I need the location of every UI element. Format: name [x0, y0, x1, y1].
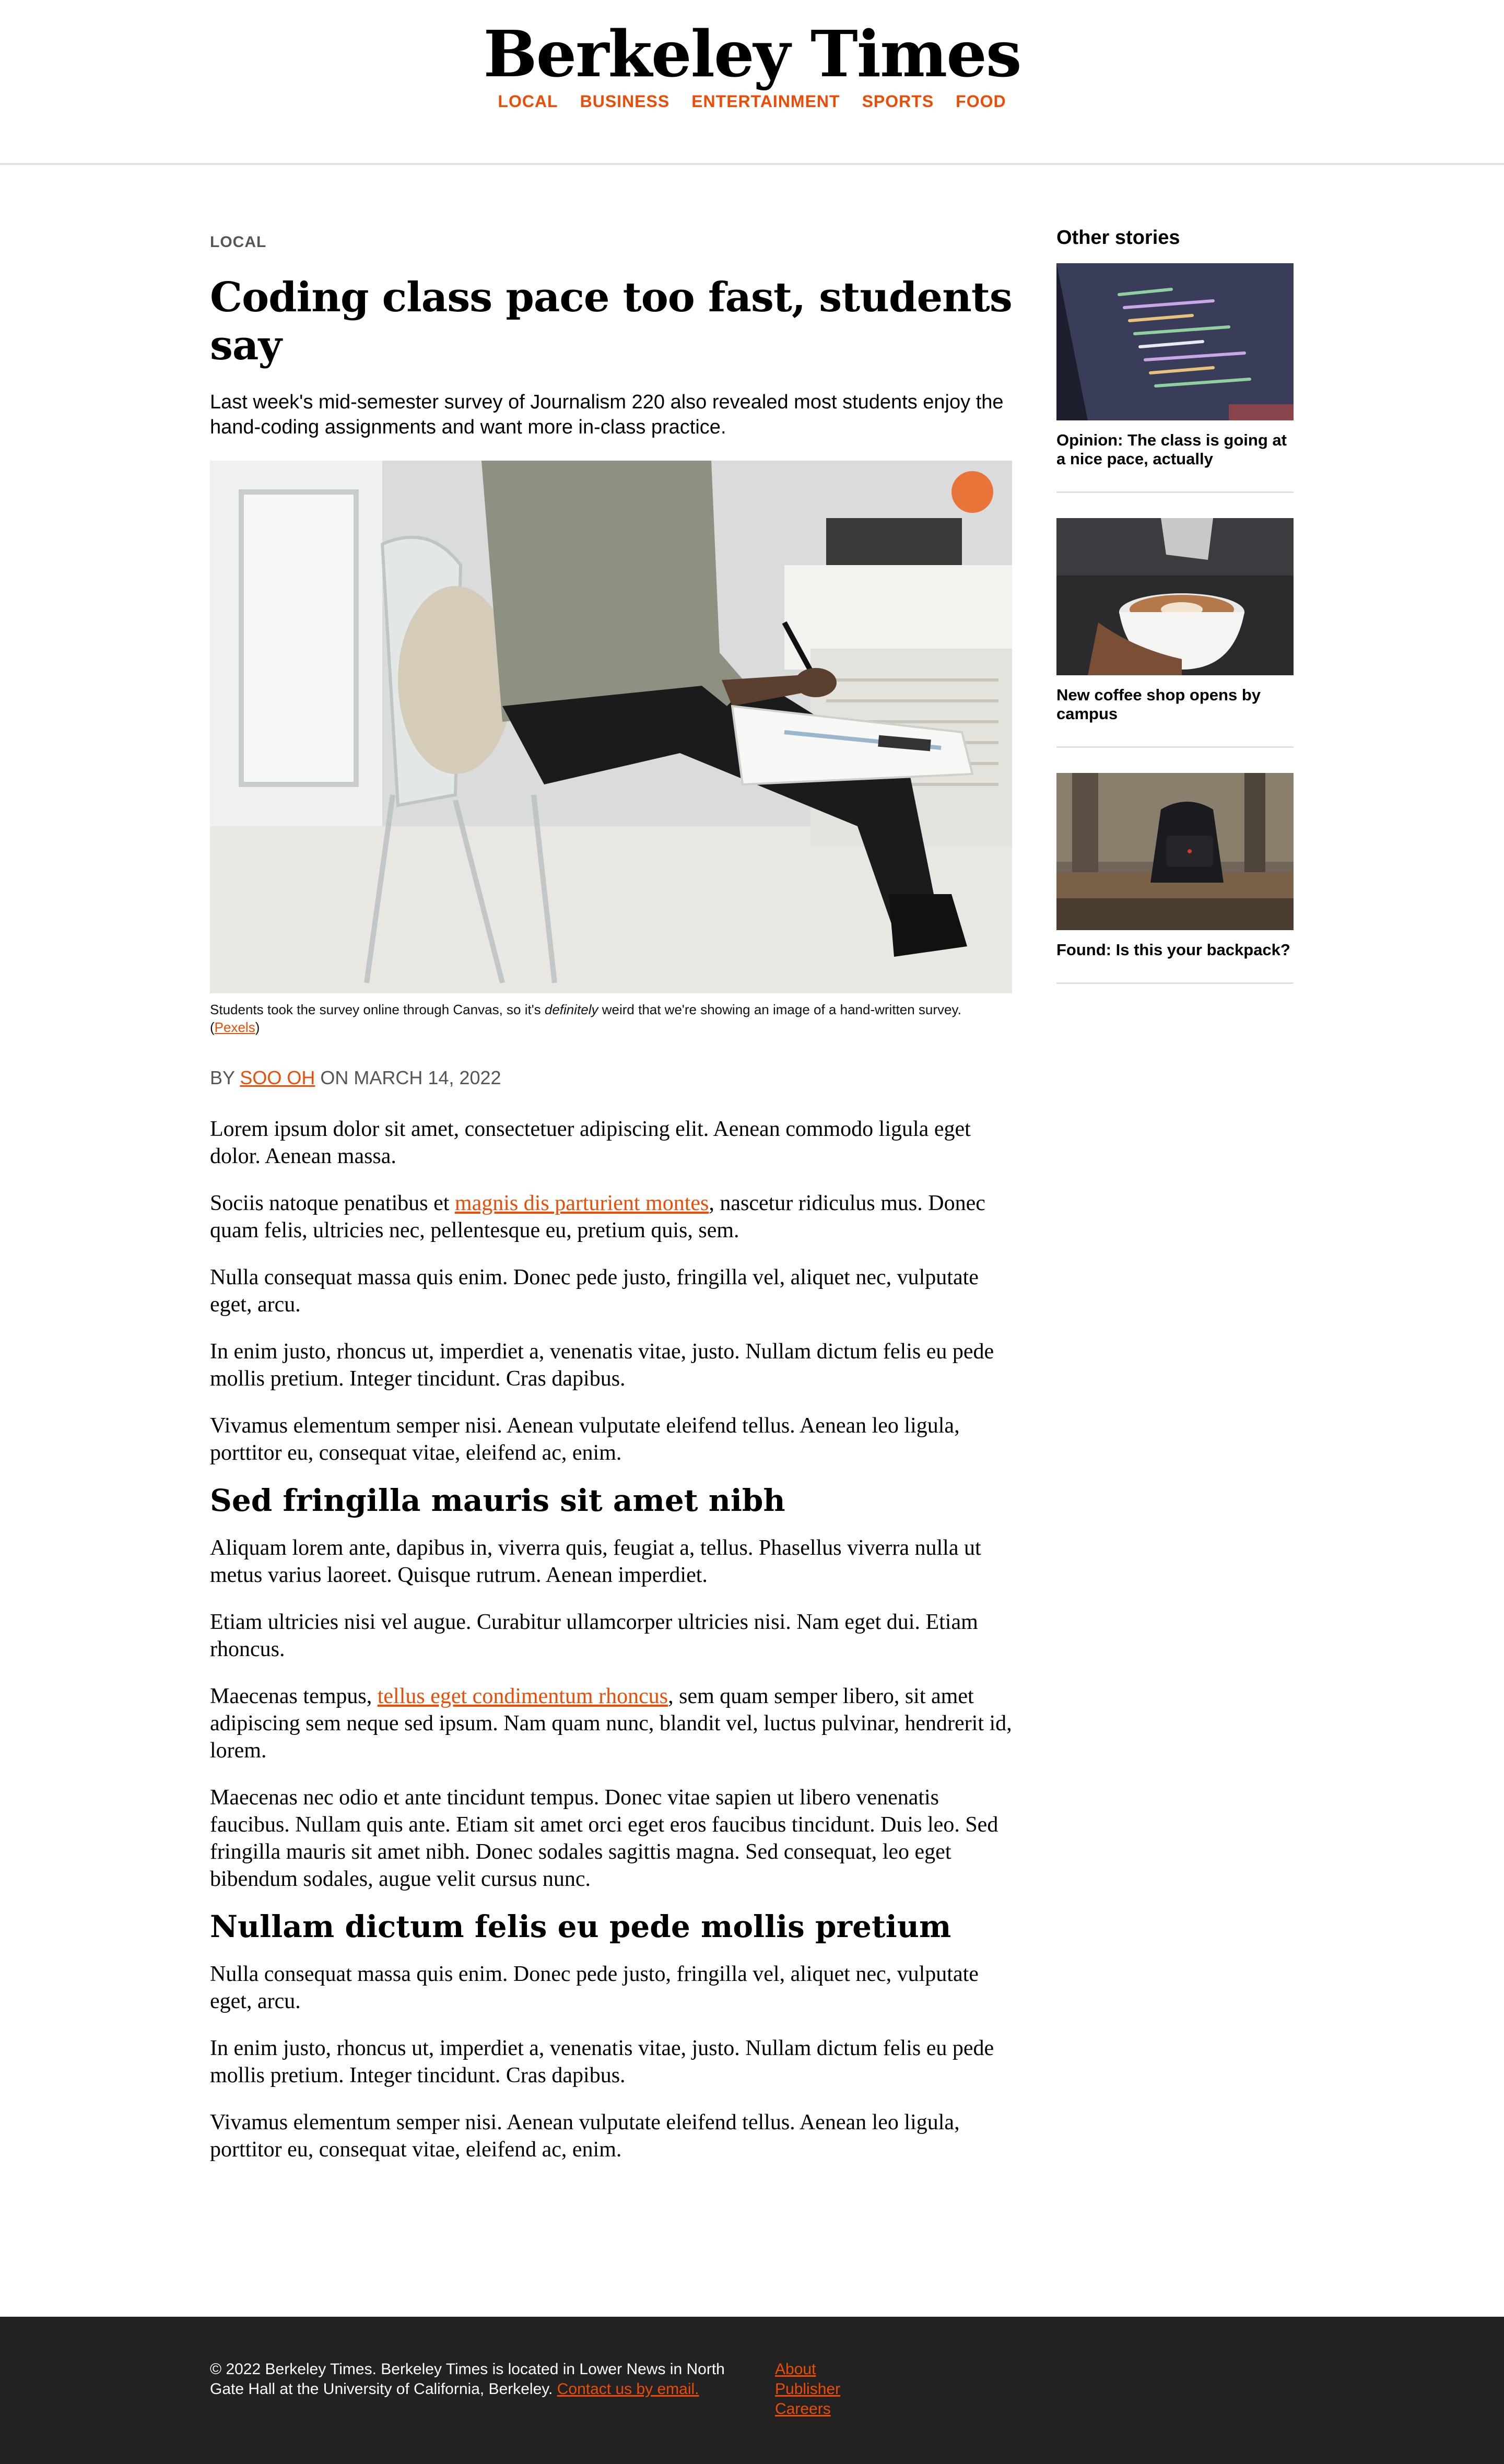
byline-date: ON MARCH 14, 2022 [315, 1067, 501, 1088]
body-paragraph: Etiam ultricies nisi vel augue. Curabitu… [210, 1610, 978, 1661]
article-headline: Coding class pace too fast, students say [210, 274, 1013, 369]
story-card[interactable]: New coffee shop opens by campus [1056, 518, 1294, 748]
latte-art-image [1056, 518, 1294, 675]
code-screen-image [1056, 263, 1294, 420]
paragraph-text: Maecenas tempus, [210, 1684, 378, 1708]
story-thumbnail[interactable] [1056, 263, 1294, 420]
body-paragraph: Aliquam lorem ante, dapibus in, viverra … [210, 1536, 981, 1587]
article: LOCAL Coding class pace too fast, studen… [210, 230, 1013, 2163]
body-paragraph: Maecenas nec odio et ante tincidunt temp… [210, 1786, 998, 1891]
sidebar-title: Other stories [1056, 227, 1180, 249]
footer-info: © 2022 Berkeley Times. Berkeley Times is… [210, 2360, 732, 2399]
nav-local[interactable]: LOCAL [498, 92, 558, 111]
site-footer: © 2022 Berkeley Times. Berkeley Times is… [0, 2317, 1504, 2464]
hero-image [210, 461, 1012, 993]
body-paragraph: Sociis natoque penatibus et magnis dis p… [210, 1190, 1012, 1244]
hero-photo-woman-writing-on-clipboard [210, 461, 1012, 993]
body-paragraph: Vivamus elementum semper nisi. Aenean vu… [210, 2110, 960, 2162]
masthead-logo[interactable]: Berkeley Times [0, 9, 1504, 98]
article-dek: Last week's mid-semester survey of Journ… [210, 391, 1004, 438]
nav-entertainment[interactable]: ENTERTAINMENT [691, 92, 840, 111]
contact-link[interactable]: Contact us by email. [557, 2380, 699, 2398]
body-paragraph: Vivamus elementum semper nisi. Aenean vu… [210, 1414, 960, 1465]
story-card[interactable]: Opinion: The class is going at a nice pa… [1056, 263, 1294, 493]
byline-by: BY [210, 1067, 240, 1088]
article-subhead: Sed fringilla mauris sit amet nibh [210, 1483, 785, 1518]
inline-link[interactable]: tellus eget condimentum rhoncus [378, 1684, 668, 1708]
inline-link[interactable]: magnis dis parturient montes [455, 1191, 709, 1215]
caption-text: Students took the survey online through … [210, 1002, 545, 1017]
author-link[interactable]: SOO OH [240, 1067, 315, 1088]
backpack-on-bench-image [1056, 773, 1294, 930]
paragraph-text: Sociis natoque penatibus et [210, 1191, 455, 1215]
byline: BY SOO OH ON MARCH 14, 2022 [210, 1065, 1012, 1090]
body-paragraph: Lorem ipsum dolor sit amet, consectetuer… [210, 1117, 971, 1168]
nav-business[interactable]: BUSINESS [580, 92, 670, 111]
story-title[interactable]: New coffee shop opens by campus [1056, 686, 1294, 723]
footer-link-about[interactable]: About [775, 2360, 840, 2379]
footer-link-publisher[interactable]: Publisher [775, 2379, 840, 2399]
caption-close: ) [255, 1019, 260, 1035]
footer-links: About Publisher Careers [775, 2360, 840, 2419]
article-subhead: Nullam dictum felis eu pede mollis preti… [210, 1909, 951, 1944]
main-nav: LOCAL BUSINESS ENTERTAINMENT SPORTS FOOD [0, 92, 1504, 111]
story-thumbnail[interactable] [1056, 773, 1294, 930]
site-header: Berkeley Times LOCAL BUSINESS ENTERTAINM… [0, 0, 1504, 165]
sidebar-other-stories: Other stories Opinion: The class is goin… [1056, 225, 1294, 984]
story-thumbnail[interactable] [1056, 518, 1294, 675]
hero-caption: Students took the survey online through … [210, 1001, 1012, 1036]
caption-emphasis: definitely [544, 1002, 598, 1017]
body-paragraph: In enim justo, rhoncus ut, imperdiet a, … [210, 2036, 994, 2087]
story-title[interactable]: Found: Is this your backpack? [1056, 941, 1294, 959]
nav-food[interactable]: FOOD [956, 92, 1006, 111]
footer-link-careers[interactable]: Careers [775, 2399, 840, 2419]
body-paragraph: Nulla consequat massa quis enim. Donec p… [210, 1962, 979, 2013]
story-card[interactable]: Found: Is this your backpack? [1056, 773, 1294, 984]
body-paragraph: Nulla consequat massa quis enim. Donec p… [210, 1265, 979, 1317]
article-section-label: LOCAL [210, 233, 267, 251]
body-paragraph: In enim justo, rhoncus ut, imperdiet a, … [210, 1340, 994, 1391]
body-paragraph: Maecenas tempus, tellus eget condimentum… [210, 1683, 1012, 1764]
story-title[interactable]: Opinion: The class is going at a nice pa… [1056, 431, 1294, 468]
caption-credit-link[interactable]: Pexels [215, 1019, 255, 1035]
nav-sports[interactable]: SPORTS [862, 92, 934, 111]
